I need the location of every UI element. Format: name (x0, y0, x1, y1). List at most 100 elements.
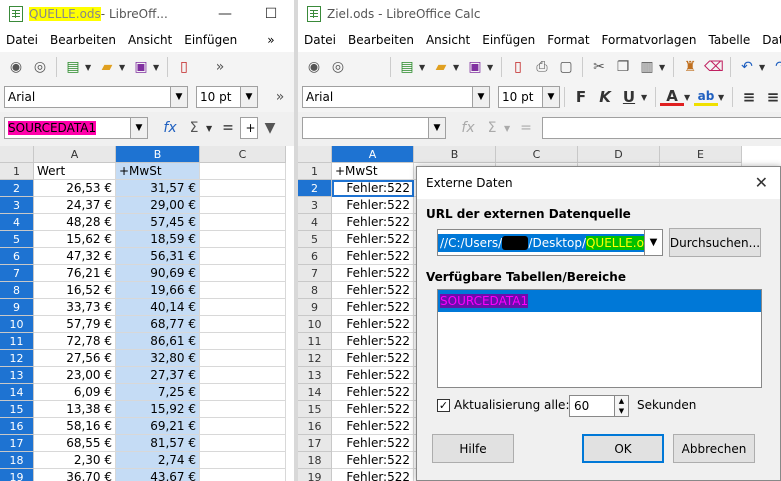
cell-a[interactable]: Fehler:522 (332, 333, 414, 350)
row-header[interactable]: 19 (298, 469, 332, 481)
close-icon[interactable]: ✕ (755, 173, 768, 192)
corner-header[interactable] (0, 146, 34, 163)
record-icon[interactable]: ◉ (302, 56, 326, 78)
cell-a[interactable]: Fehler:522 (332, 418, 414, 435)
row-header[interactable]: 15 (0, 401, 34, 418)
url-input[interactable]: //C:/Users/xx/Desktop/QUELLE.ods (437, 229, 645, 256)
cell-b[interactable]: 27,37 € (116, 367, 200, 384)
cell-a[interactable]: Fehler:522 (332, 265, 414, 282)
cell-a[interactable]: 2,30 € (34, 452, 116, 469)
name-box[interactable]: ▼ (302, 117, 446, 139)
cell-b[interactable]: 7,25 € (116, 384, 200, 401)
stop-icon[interactable]: ◎ (28, 56, 52, 78)
menu-einfuegen[interactable]: Einfügen (476, 33, 541, 47)
cell-a[interactable]: Fehler:522 (332, 452, 414, 469)
row-header[interactable]: 1 (0, 163, 34, 180)
menu-formatvorlagen[interactable]: Formatvorlagen (596, 33, 703, 47)
chevron-down-icon[interactable]: ▼ (472, 87, 489, 107)
menu-overflow[interactable]: » (261, 33, 280, 47)
export-pdf-icon[interactable]: ▯ (506, 56, 530, 78)
print-preview-icon[interactable]: ▢ (554, 56, 578, 78)
row-header[interactable]: 18 (0, 452, 34, 469)
column-header-c[interactable]: C (496, 146, 578, 163)
cut-icon[interactable]: ✂ (587, 56, 611, 78)
cell-b[interactable]: 29,00 € (116, 197, 200, 214)
cell-a[interactable]: 36,70 € (34, 469, 116, 481)
cell-a[interactable]: Fehler:522 (332, 384, 414, 401)
new-document-icon[interactable]: ▤ (395, 56, 419, 78)
font-name-combo[interactable]: Arial ▼ (4, 86, 188, 108)
ok-button[interactable]: OK (582, 434, 664, 463)
cell-b[interactable]: 68,77 € (116, 316, 200, 333)
font-color-icon[interactable]: A (660, 87, 684, 106)
cell-c[interactable] (200, 418, 286, 435)
highlight-color-icon[interactable]: ab (694, 88, 718, 106)
row-header[interactable]: 8 (298, 282, 332, 299)
menu-format[interactable]: Format (541, 33, 595, 47)
column-header-d[interactable]: D (578, 146, 660, 163)
cell-a[interactable]: Wert (34, 163, 116, 180)
row-header[interactable]: 16 (0, 418, 34, 435)
spin-down-icon[interactable]: ▼ (619, 407, 624, 415)
chevron-down-icon[interactable]: ▼ (428, 118, 445, 138)
cell-a[interactable]: +MwSt (332, 163, 414, 180)
cell-b[interactable]: 32,80 € (116, 350, 200, 367)
row-header[interactable]: 6 (0, 248, 34, 265)
cell-a[interactable]: 33,73 € (34, 299, 116, 316)
cell-a[interactable]: 58,16 € (34, 418, 116, 435)
formula-equals-icon[interactable]: = (216, 117, 240, 139)
row-header[interactable]: 14 (298, 384, 332, 401)
cell-b[interactable]: 81,57 € (116, 435, 200, 452)
row-header[interactable]: 1 (298, 163, 332, 180)
cell-b[interactable]: 2,74 € (116, 452, 200, 469)
redo-icon[interactable]: ↷ (769, 56, 781, 78)
cell-b[interactable]: 18,59 € (116, 231, 200, 248)
cell-a[interactable]: Fehler:522 (332, 248, 414, 265)
row-header[interactable]: 10 (298, 316, 332, 333)
row-header[interactable]: 3 (0, 197, 34, 214)
record-icon[interactable]: ◉ (4, 56, 28, 78)
column-header-a[interactable]: A (332, 146, 414, 163)
row-header[interactable]: 9 (298, 299, 332, 316)
cell-a[interactable]: Fehler:522 (332, 214, 414, 231)
cell-c[interactable] (200, 282, 286, 299)
minimize-icon[interactable]: — (202, 0, 248, 28)
cell-a[interactable]: Fehler:522 (332, 469, 414, 481)
chevron-down-icon[interactable]: ▼ (170, 87, 187, 107)
toolbar-overflow-icon[interactable]: » (208, 56, 232, 78)
paste-icon[interactable]: ▥ (635, 56, 659, 78)
row-header[interactable]: 2 (0, 180, 34, 197)
clone-formatting-icon[interactable]: ♜ (678, 56, 702, 78)
cell-c[interactable] (200, 163, 286, 180)
row-header[interactable]: 17 (298, 435, 332, 452)
toolbar-overflow-icon[interactable]: » (268, 86, 292, 108)
refresh-checkbox[interactable]: ✓ (437, 399, 450, 412)
cell-a[interactable]: 72,78 € (34, 333, 116, 350)
font-size-combo[interactable]: 10 pt ▼ (196, 86, 258, 108)
stop-icon[interactable]: ◎ (326, 56, 350, 78)
sum-icon[interactable]: Σ (182, 117, 206, 139)
row-header[interactable]: 5 (0, 231, 34, 248)
row-header[interactable]: 3 (298, 197, 332, 214)
cell-b[interactable]: 40,14 € (116, 299, 200, 316)
function-wizard-icon[interactable]: fx (158, 117, 182, 139)
cell-c[interactable] (200, 231, 286, 248)
cell-a[interactable]: 48,28 € (34, 214, 116, 231)
browse-button[interactable]: Durchsuchen... (669, 228, 761, 257)
cell-b[interactable]: 90,69 € (116, 265, 200, 282)
row-header[interactable]: 11 (298, 333, 332, 350)
cell-a[interactable]: 57,79 € (34, 316, 116, 333)
menu-tabelle[interactable]: Tabelle (703, 33, 757, 47)
row-header[interactable]: 10 (0, 316, 34, 333)
copy-icon[interactable]: ❐ (611, 56, 635, 78)
column-header-a[interactable]: A (34, 146, 116, 163)
formula-input[interactable] (542, 117, 781, 139)
row-header[interactable]: 7 (298, 265, 332, 282)
formula-equals-icon[interactable]: = (514, 117, 538, 139)
cell-b[interactable]: 31,57 € (116, 180, 200, 197)
cell-c[interactable] (200, 214, 286, 231)
font-size-combo[interactable]: 10 pt ▼ (498, 86, 560, 108)
refresh-interval-spinner[interactable]: 60 ▲ ▼ (569, 395, 629, 417)
cell-b[interactable]: 57,45 € (116, 214, 200, 231)
row-header[interactable]: 7 (0, 265, 34, 282)
